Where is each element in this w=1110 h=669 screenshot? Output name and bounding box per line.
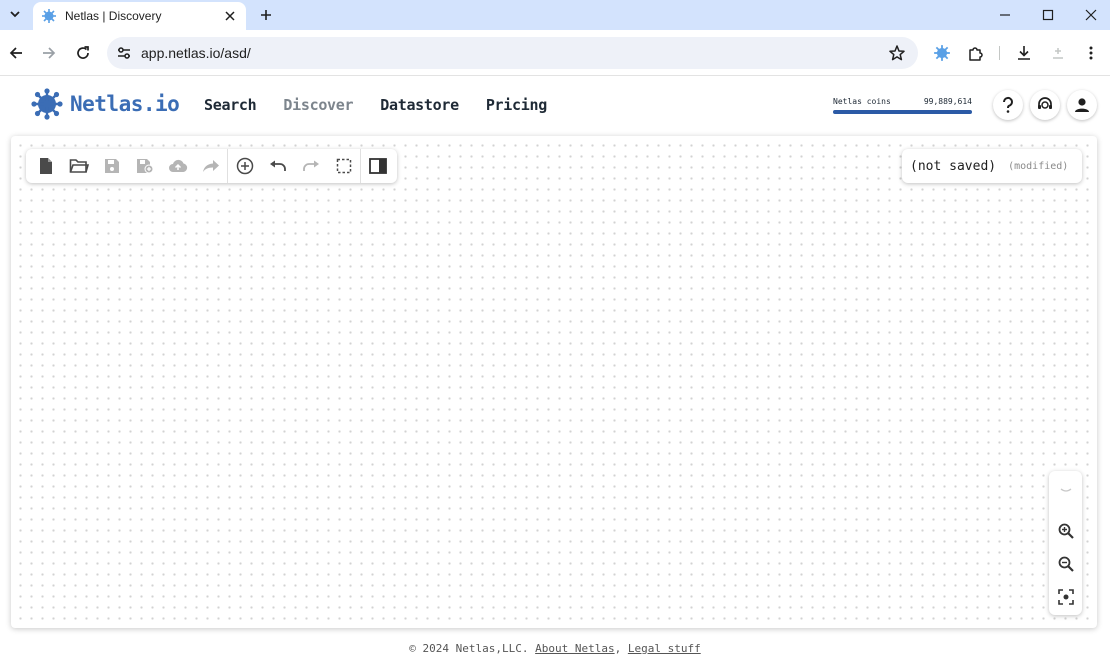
share-button[interactable] (194, 149, 227, 183)
selection-icon (336, 158, 351, 174)
bookmark-star-icon[interactable] (888, 44, 906, 62)
collapse-zoom-button[interactable] (1055, 479, 1076, 500)
url-text: app.netlas.io/asd/ (141, 45, 251, 61)
save-icon (104, 159, 119, 173)
download-icon (1018, 46, 1030, 60)
address-bar[interactable]: app.netlas.io/asd/ (107, 37, 918, 69)
save-as-icon (136, 159, 153, 174)
close-window-button[interactable] (1080, 4, 1102, 26)
question-mark-icon (1002, 96, 1013, 113)
tab-close-button[interactable] (222, 8, 238, 24)
discovery-canvas[interactable]: (not saved) (modified) (11, 136, 1097, 628)
chevron-down-icon (10, 11, 20, 18)
toggle-sidebar-button[interactable] (361, 149, 394, 183)
fit-view-button[interactable] (1055, 586, 1076, 607)
maximize-button[interactable] (1037, 4, 1059, 26)
sync-paused-icon (1053, 48, 1063, 59)
zoom-in-icon (1058, 523, 1074, 539)
more-vertical-icon (1089, 46, 1093, 60)
add-circle-icon (236, 157, 253, 175)
canvas-toolbar (26, 149, 397, 183)
coins-label: Netlas coins (833, 97, 891, 106)
nav-discover[interactable]: Discover (283, 96, 353, 114)
netlas-extension-icon (934, 45, 950, 61)
help-button[interactable] (993, 90, 1023, 120)
close-icon (1085, 9, 1097, 21)
browser-tabstrip: Netlas | Discovery (0, 0, 1110, 30)
site-info-icon[interactable] (116, 45, 132, 61)
new-tab-button[interactable] (256, 5, 276, 25)
select-area-button[interactable] (327, 149, 360, 183)
site-header: Netlas.io Search Discover Datastore Pric… (0, 77, 1110, 133)
extensions-button[interactable] (965, 42, 987, 64)
forward-button[interactable] (38, 42, 60, 64)
account-button[interactable] (1067, 90, 1097, 120)
zoom-in-button[interactable] (1055, 520, 1076, 541)
upload-cloud-button[interactable] (161, 149, 194, 183)
footer-separator: , (614, 642, 622, 655)
zoom-out-button[interactable] (1055, 553, 1076, 574)
maximize-icon (1042, 9, 1054, 21)
page-footer: © 2024 Netlas,LLC. About Netlas, Legal s… (0, 642, 1110, 655)
toolbar-separator (999, 46, 1000, 60)
tab-search-button[interactable] (5, 4, 25, 24)
netlas-extension-button[interactable] (931, 42, 953, 64)
back-button[interactable] (5, 42, 27, 64)
undo-icon (269, 160, 286, 171)
reload-icon (77, 46, 89, 59)
save-button[interactable] (95, 149, 128, 183)
zoom-out-icon (1058, 556, 1074, 572)
coins-value: 99,889,614 (923, 97, 972, 106)
modified-label: (modified) (1008, 160, 1069, 172)
sidebar-panel-icon (368, 158, 387, 174)
zoom-controls (1049, 471, 1082, 615)
tab-title: Netlas | Discovery (65, 9, 162, 23)
nav-search[interactable]: Search (204, 96, 257, 114)
copyright-text: © 2024 Netlas,LLC. (409, 642, 529, 655)
save-status-text: (not saved) (910, 158, 997, 174)
nav-datastore[interactable]: Datastore (380, 96, 459, 114)
folder-open-icon (69, 159, 89, 173)
new-file-button[interactable] (29, 149, 62, 183)
reload-button[interactable] (72, 42, 94, 64)
downloads-button[interactable] (1013, 42, 1035, 64)
legal-stuff-link[interactable]: Legal stuff (628, 642, 701, 655)
netlas-logo-icon (30, 87, 64, 121)
coins-progress-bar (833, 110, 972, 114)
main-nav: Search Discover Datastore Pricing (204, 96, 574, 114)
user-icon (1075, 98, 1089, 112)
add-node-button[interactable] (228, 149, 261, 183)
support-agent-icon (1038, 97, 1052, 109)
about-netlas-link[interactable]: About Netlas (535, 642, 614, 655)
browser-tab[interactable]: Netlas | Discovery (33, 2, 246, 30)
undo-button[interactable] (261, 149, 294, 183)
netlas-favicon-icon (41, 8, 57, 24)
netlas-logo[interactable]: Netlas.io (30, 87, 180, 121)
save-status: (not saved) (modified) (902, 149, 1082, 183)
browser-toolbar: app.netlas.io/asd/ (0, 30, 1110, 76)
logo-text: Netlas.io (70, 92, 180, 116)
redo-icon (302, 160, 319, 171)
puzzle-icon (969, 47, 983, 61)
plus-icon (261, 10, 271, 20)
arrow-right-icon (43, 47, 56, 59)
redo-button[interactable] (294, 149, 327, 183)
profile-sync-button[interactable] (1047, 42, 1069, 64)
minimize-button[interactable] (994, 4, 1016, 26)
new-file-icon (39, 158, 52, 174)
close-icon (225, 11, 235, 21)
open-folder-button[interactable] (62, 149, 95, 183)
coins-widget[interactable]: Netlas coins 99,889,614 (833, 97, 972, 114)
browser-menu-button[interactable] (1080, 42, 1102, 64)
arrow-left-icon (9, 47, 22, 59)
share-arrow-icon (202, 160, 219, 172)
cloud-upload-icon (168, 159, 187, 172)
chevron-down-icon (1060, 487, 1071, 492)
support-button[interactable] (1030, 90, 1060, 120)
nav-pricing[interactable]: Pricing (486, 96, 547, 114)
fit-screen-icon (1057, 588, 1074, 605)
save-as-button[interactable] (128, 149, 161, 183)
minimize-icon (1000, 14, 1010, 16)
